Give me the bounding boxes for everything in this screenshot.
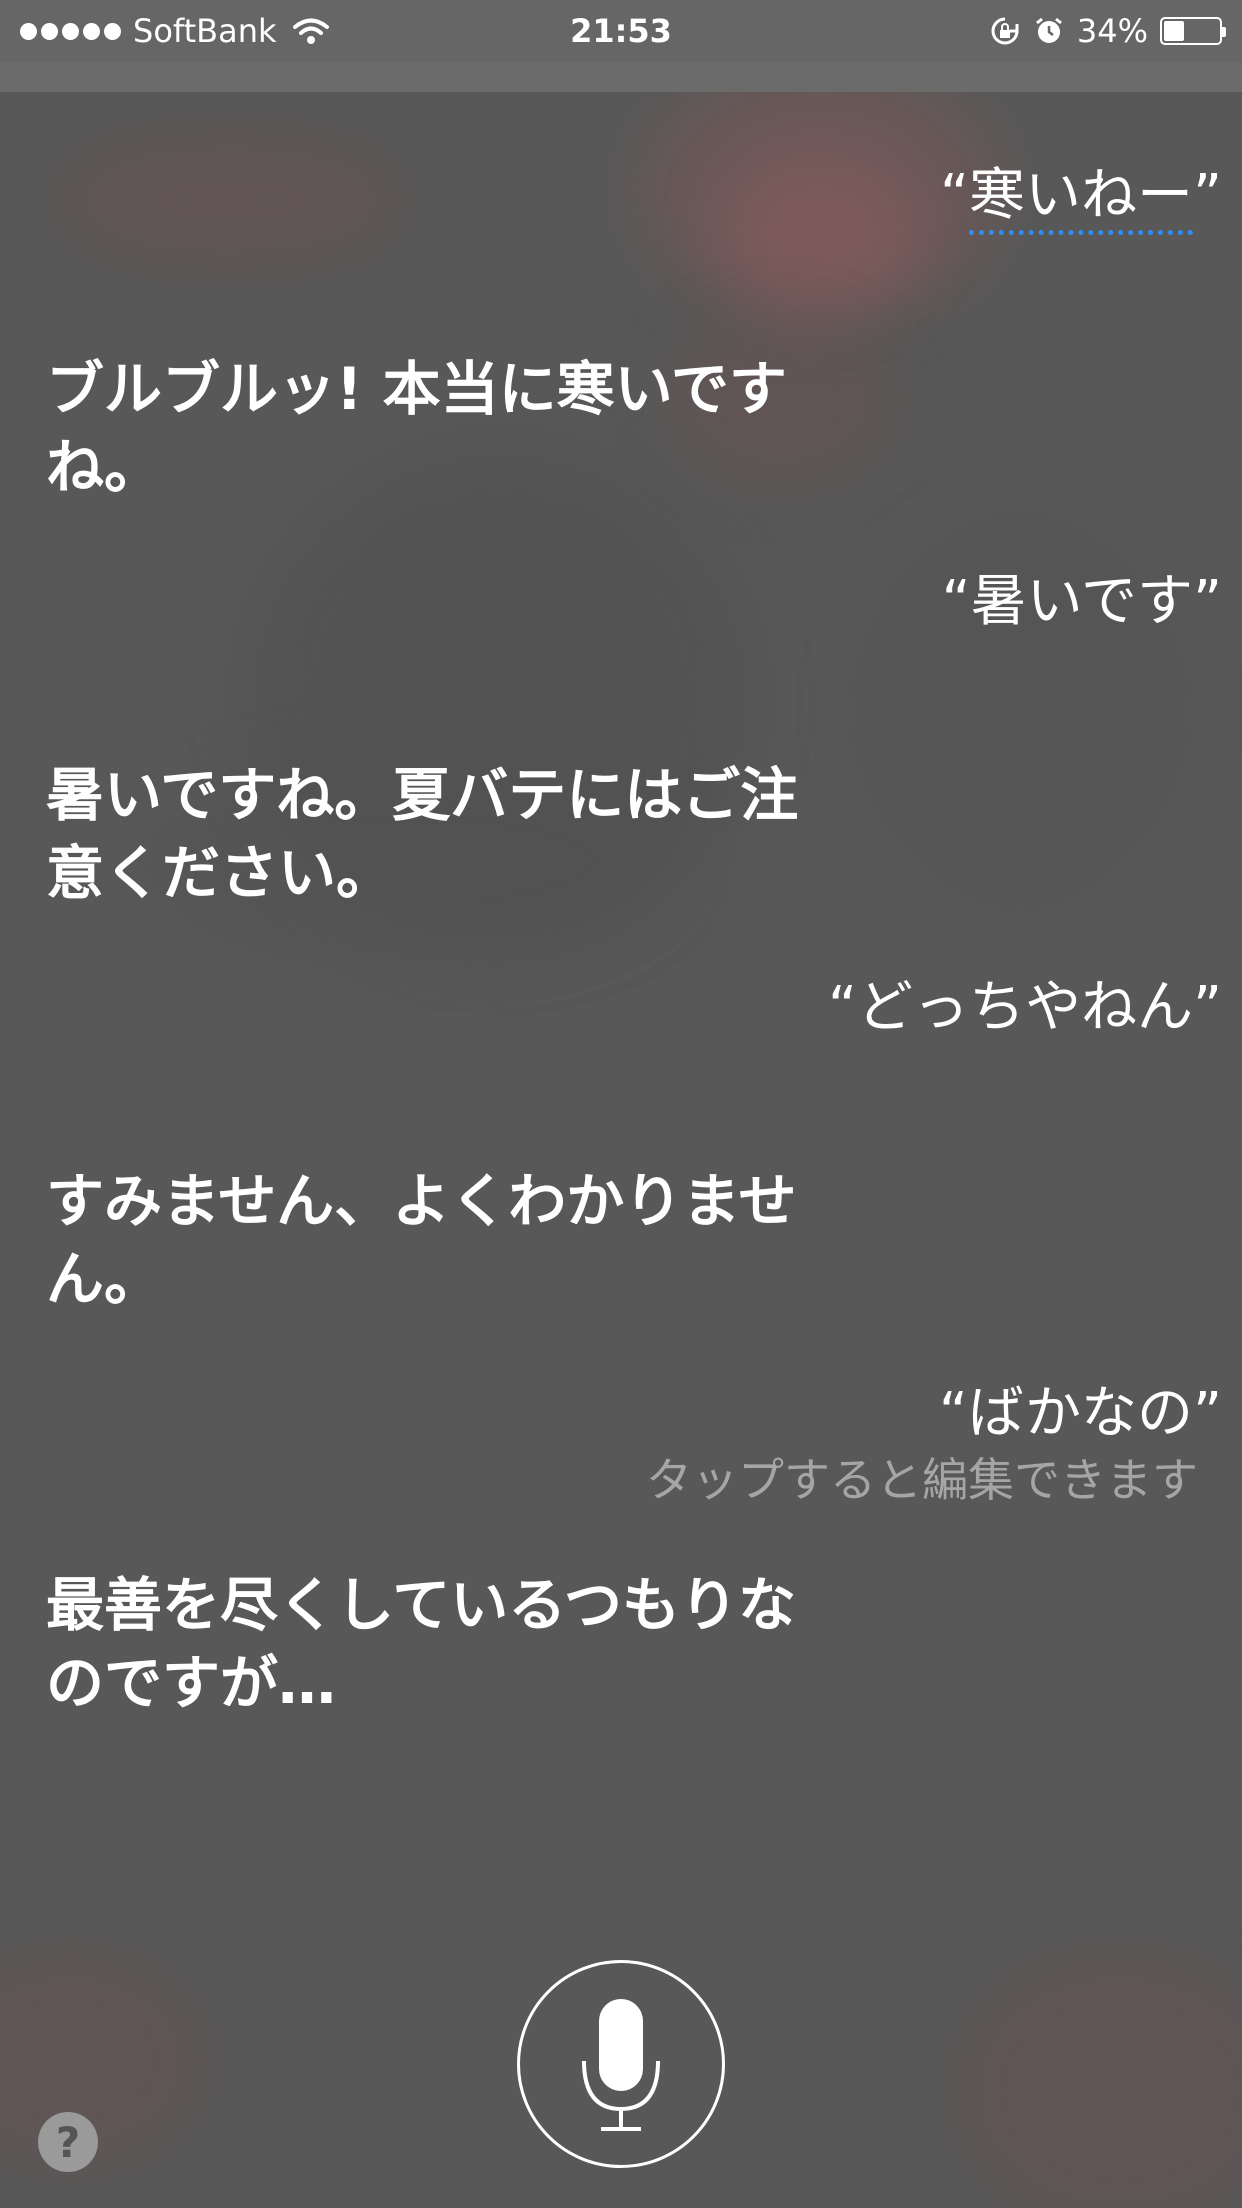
user-utterance[interactable]: “どっちやねん” [828,962,1222,1043]
response-line: ん。 [46,1245,163,1313]
response-line: 意ください。 [46,839,395,907]
blurred-background [0,0,1242,2208]
tap-to-edit-hint[interactable]: タップすると編集できます [646,1444,1198,1510]
misrecognized-text[interactable]: 寒いねー [968,163,1193,235]
battery-icon [1160,17,1226,45]
microphone-button[interactable] [517,1960,725,2168]
quote-open: “ [939,163,969,228]
status-bar-shadow [0,62,1242,92]
help-button[interactable]: ? [38,2112,98,2172]
siri-response: すみません、よくわかりませ ん。 [46,1162,846,1318]
microphone-icon [582,1999,660,2131]
response-line: ね。 [46,433,163,501]
siri-response: ブルブルッ! 本当に寒いです ね。 [46,350,846,506]
status-bar: SoftBank 21:53 34% [0,0,1242,62]
user-utterance[interactable]: “寒いねー” [939,150,1222,235]
battery-percent: 34% [1076,12,1148,50]
siri-response: 暑いですね。夏バテにはご注 意ください。 [46,756,846,912]
user-utterance[interactable]: “ばかなの” [939,1368,1222,1449]
response-line: ブルブルッ! 本当に寒いです [46,355,787,423]
response-line: 最善を尽くしているつもりな [46,1571,796,1639]
response-line: すみません、よくわかりませ [46,1167,797,1235]
response-line: のですが… [46,1649,337,1717]
alarm-icon [1035,17,1062,43]
rotation-lock-icon [991,17,1019,45]
siri-response: 最善を尽くしているつもりな のですが… [46,1566,846,1722]
response-line: 暑いですね。夏バテにはご注 [46,761,799,829]
quote-close: ” [1192,163,1222,228]
user-utterance[interactable]: “暑いです” [942,556,1222,637]
